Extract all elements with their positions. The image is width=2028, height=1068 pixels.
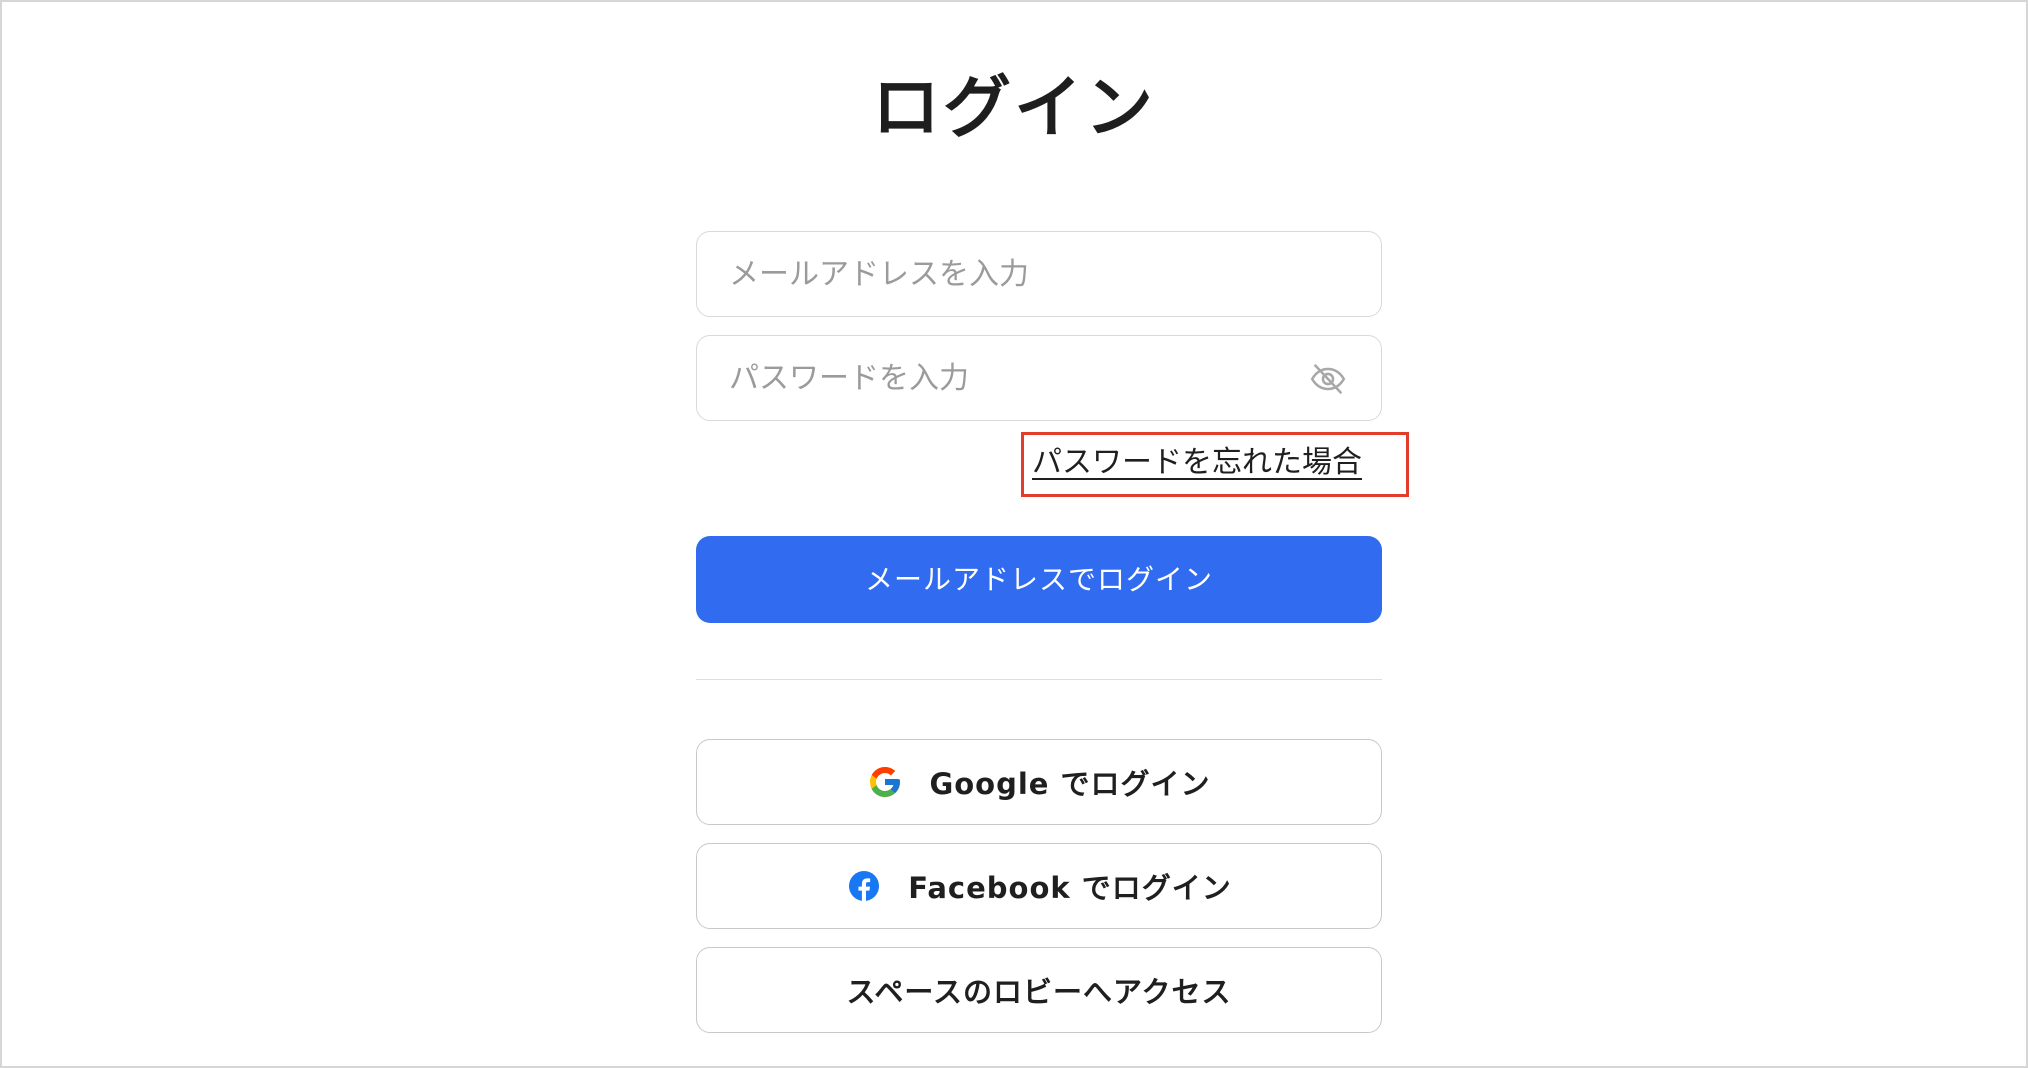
password-input[interactable]	[729, 336, 1309, 420]
google-icon	[867, 764, 903, 800]
login-page: ログイン パスワードを忘れた場合 メールアドレスでログイン Google でログ…	[0, 0, 2028, 1068]
google-login-button[interactable]: Google でログイン	[696, 739, 1382, 825]
google-login-label: Google でログイン	[929, 767, 1211, 801]
eye-off-icon[interactable]	[1309, 360, 1347, 398]
facebook-login-button[interactable]: Facebook でログイン	[696, 843, 1382, 929]
page-title: ログイン	[871, 69, 1156, 148]
facebook-icon	[846, 868, 882, 904]
space-lobby-label: スペースのロビーへアクセス	[846, 975, 1232, 1009]
forgot-password-link[interactable]: パスワードを忘れた場合	[1032, 439, 1384, 487]
email-input[interactable]	[729, 232, 1309, 316]
email-login-button[interactable]: メールアドレスでログイン	[696, 536, 1382, 623]
facebook-login-label: Facebook でログイン	[908, 871, 1232, 905]
password-field-container[interactable]	[696, 335, 1382, 421]
email-field-container[interactable]	[696, 231, 1382, 317]
space-lobby-button[interactable]: スペースのロビーへアクセス	[696, 947, 1382, 1033]
divider	[696, 679, 1382, 680]
